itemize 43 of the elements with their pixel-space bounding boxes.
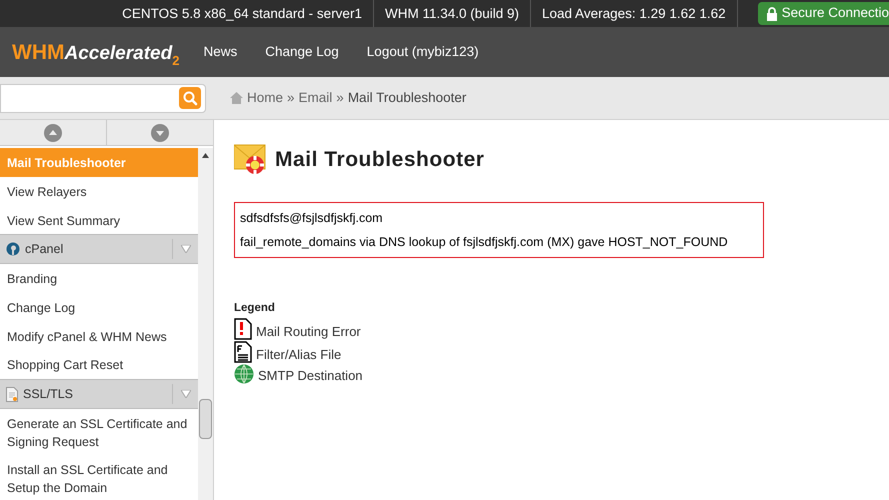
nav-link[interactable]: Change Log	[265, 42, 339, 62]
sidebar-item[interactable]: View Relayers	[0, 176, 198, 206]
nav-link[interactable]: Logout (mybiz123)	[366, 42, 479, 62]
document-icon	[6, 386, 18, 402]
cpanel-logo-icon	[6, 242, 20, 256]
breadcrumb-separator: »	[287, 88, 295, 107]
dropdown-caret-icon[interactable]	[180, 245, 190, 254]
sidebar-section-header[interactable]: SSL/TLS	[0, 379, 198, 410]
scroll-down-button[interactable]	[151, 124, 169, 142]
sidebar-item[interactable]: Shopping Cart Reset	[0, 350, 198, 380]
sidebar-item[interactable]: Branding	[0, 264, 198, 293]
scrollbar[interactable]	[198, 148, 213, 500]
result-text: sdfsdfsfs@fsjlsdfjskfj.com	[240, 210, 383, 227]
padlock-icon	[766, 6, 778, 20]
sidebar-item[interactable]: View Sent Summary	[0, 206, 198, 234]
globe-icon	[234, 364, 254, 384]
secure-connection-label: Secure Connectio	[782, 4, 889, 22]
breadcrumb-link[interactable]: Email	[298, 88, 332, 108]
search-icon[interactable]	[179, 87, 201, 109]
scrollbar-thumb[interactable]	[199, 399, 212, 439]
error-document-icon	[234, 318, 252, 340]
scroll-up-button[interactable]	[44, 124, 62, 142]
sidebar-item[interactable]: Install an SSL Certificate and Setup the Domain	[0, 454, 198, 500]
home-icon	[230, 92, 243, 104]
result-text: fail_remote_domains via DNS lookup of fsjlsdfjskfj.com (MX) gave HOST_NOT_FOUND	[240, 234, 728, 251]
breadcrumb-separator: »	[336, 88, 344, 107]
breadcrumb-current: Mail Troubleshooter	[348, 88, 466, 107]
page-title: Mail Troubleshooter	[275, 147, 484, 174]
search-field[interactable]	[0, 84, 206, 112]
legend-label: Mail Routing Error	[256, 324, 361, 340]
legend-title: Legend	[234, 301, 276, 316]
text-document-icon	[234, 341, 252, 364]
sidebar-section-header[interactable]: cPanel	[0, 234, 198, 264]
breadcrumb-link[interactable]: Home	[247, 88, 284, 108]
sidebar-item[interactable]: Generate an SSL Certificate and Signing Request	[0, 409, 198, 455]
legend-label: Filter/Alias File	[256, 347, 342, 364]
nav-link[interactable]: News	[203, 42, 238, 62]
legend-label: SMTP Destination	[258, 368, 363, 384]
scroll-up-arrow-icon[interactable]	[202, 153, 209, 158]
sidebar-item[interactable]: Modify cPanel & WHM News	[0, 322, 198, 350]
dropdown-caret-icon[interactable]	[180, 390, 190, 398]
sidebar-item[interactable]: Change Log	[0, 292, 198, 322]
envelope-lifebuoy-icon	[234, 144, 267, 176]
